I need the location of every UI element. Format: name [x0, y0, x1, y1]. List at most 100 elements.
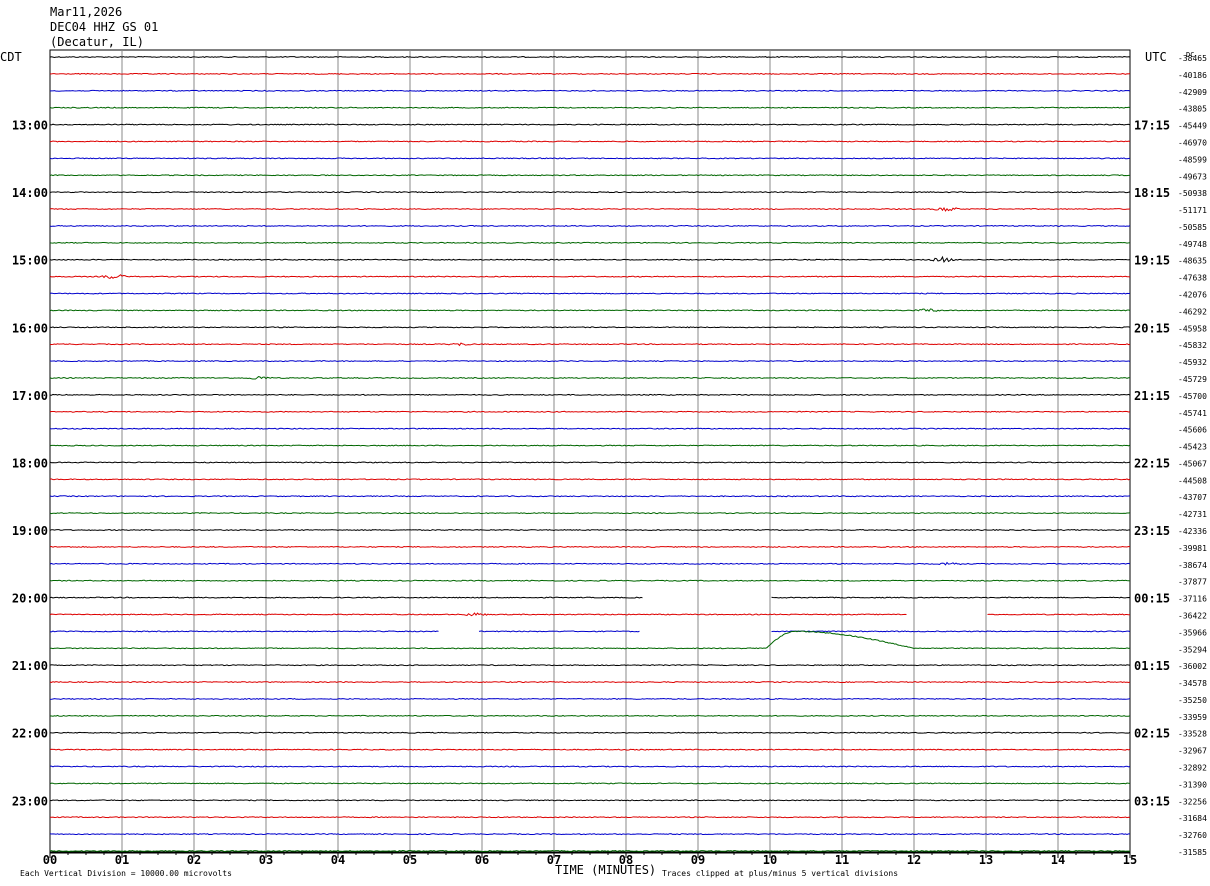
trace-row — [49, 630, 1131, 633]
trace-row — [49, 55, 1131, 58]
left-hour-label: 13:00 — [12, 119, 48, 133]
trace-row — [49, 427, 1131, 430]
trace-row — [49, 529, 1131, 532]
dc-offset-label: -50938 — [1178, 189, 1207, 198]
dc-offset-label: -39981 — [1178, 544, 1207, 553]
dc-offset-label: -49673 — [1178, 172, 1207, 181]
dc-offset-label: -32892 — [1178, 764, 1207, 773]
dc-offset-label: -37116 — [1178, 595, 1207, 604]
trace-row — [49, 748, 1131, 751]
header-date: Mar11,2026 — [50, 5, 122, 19]
trace-row — [49, 579, 1131, 582]
x-tick-label: 00 — [43, 853, 57, 867]
trace-row — [49, 308, 1131, 312]
trace-row — [49, 106, 1131, 109]
dc-offset-label: -50585 — [1178, 223, 1207, 232]
dc-offset-label: -47638 — [1178, 274, 1207, 283]
clip-note: Traces clipped at plus/minus 5 vertical … — [662, 869, 898, 878]
dc-offset-label: -42909 — [1178, 88, 1207, 97]
trace-row — [49, 596, 1131, 599]
trace-row — [49, 342, 1131, 347]
right-hour-label: 19:15 — [1134, 254, 1170, 268]
trace-row — [49, 816, 1131, 819]
dc-offset-label: -32760 — [1178, 831, 1207, 840]
trace-row — [49, 206, 1131, 212]
dc-offset-label: -32967 — [1178, 747, 1207, 756]
trace-row — [49, 174, 1131, 177]
scale-note: Each Vertical Division = 10000.00 microv… — [20, 869, 232, 878]
trace-row — [49, 255, 1131, 263]
trace-row — [49, 461, 1131, 464]
dc-offset-label: -45729 — [1178, 375, 1207, 384]
trace-row — [49, 799, 1131, 802]
dc-offset-label: -40186 — [1178, 71, 1207, 80]
x-tick-label: 02 — [187, 853, 201, 867]
right-hour-label: 22:15 — [1134, 456, 1170, 470]
left-hour-label: 20:00 — [12, 592, 48, 606]
left-hour-label: 19:00 — [12, 524, 48, 538]
trace-row — [49, 360, 1131, 363]
dc-offset-label: -33959 — [1178, 713, 1207, 722]
trace-row — [49, 849, 1131, 853]
right-hour-label: 01:15 — [1134, 659, 1170, 673]
left-hour-label: 17:00 — [12, 389, 48, 403]
trace-row — [49, 664, 1131, 667]
dc-offset-label: -35250 — [1178, 696, 1207, 705]
trace-row — [49, 89, 1131, 92]
trace-row — [49, 478, 1131, 481]
dc-offset-label: -49748 — [1178, 240, 1207, 249]
x-tick-label: 05 — [403, 853, 417, 867]
x-tick-label: 03 — [259, 853, 273, 867]
header-location: (Decatur, IL) — [50, 35, 144, 49]
helicorder-plot: 00 01 02 03 04 05 06 07 08 09 10 11 12 13 14 15-38465-4… — [0, 5, 1207, 878]
left-hour-label: 15:00 — [12, 254, 48, 268]
dc-offset-label: -43707 — [1178, 493, 1207, 502]
dc-offset-label: -45606 — [1178, 426, 1207, 435]
dc-offset-label: -31684 — [1178, 814, 1207, 823]
trace-row — [49, 765, 1131, 768]
header-station: DEC04 HHZ GS 01 — [50, 20, 158, 34]
right-hour-label: 23:15 — [1134, 524, 1170, 538]
dc-offset-label: -44508 — [1178, 476, 1207, 485]
trace-row — [49, 782, 1131, 785]
dc-offset-label: -35966 — [1178, 628, 1207, 637]
dc-offset-label: -48635 — [1178, 257, 1207, 266]
dc-offset-label: -45700 — [1178, 392, 1207, 401]
x-tick-label: 13 — [979, 853, 993, 867]
trace-row — [49, 241, 1131, 244]
trace-row — [49, 545, 1131, 548]
dc-offset-label: -32256 — [1178, 797, 1207, 806]
left-hour-label: 22:00 — [12, 727, 48, 741]
x-tick-label: 10 — [763, 853, 777, 867]
trace-row — [49, 292, 1131, 295]
left-hour-label: 18:00 — [12, 456, 48, 470]
trace-row — [49, 274, 1131, 279]
trace-row — [49, 444, 1131, 447]
trace-row — [49, 681, 1131, 684]
left-hour-label: 16:00 — [12, 321, 48, 335]
dc-offset-label: -33528 — [1178, 730, 1207, 739]
left-hour-label: 14:00 — [12, 186, 48, 200]
trace-row — [49, 393, 1131, 396]
x-tick-label: 15 — [1123, 853, 1137, 867]
trace-row — [49, 140, 1131, 143]
dc-offset-label: -45832 — [1178, 341, 1207, 350]
left-hour-label: 23:00 — [12, 794, 48, 808]
x-tick-label: 04 — [331, 853, 345, 867]
trace-row — [49, 224, 1131, 227]
dc-offset-label: -42731 — [1178, 510, 1207, 519]
trace-row — [49, 495, 1131, 498]
trace-row — [49, 123, 1131, 126]
dc-offset-label: -45423 — [1178, 443, 1207, 452]
dc-offset-label: -34578 — [1178, 679, 1207, 688]
trace-row — [49, 191, 1131, 194]
x-axis-label: TIME (MINUTES) — [555, 863, 656, 877]
trace-row — [49, 376, 1131, 380]
right-hour-label: 20:15 — [1134, 321, 1170, 335]
right-hour-label: 18:15 — [1134, 186, 1170, 200]
trace-row — [49, 512, 1131, 515]
dc-offset-label: -45449 — [1178, 122, 1207, 131]
trace-row — [49, 410, 1131, 413]
right-timezone: UTC — [1145, 50, 1167, 64]
dc-offset-label: -48599 — [1178, 155, 1207, 164]
